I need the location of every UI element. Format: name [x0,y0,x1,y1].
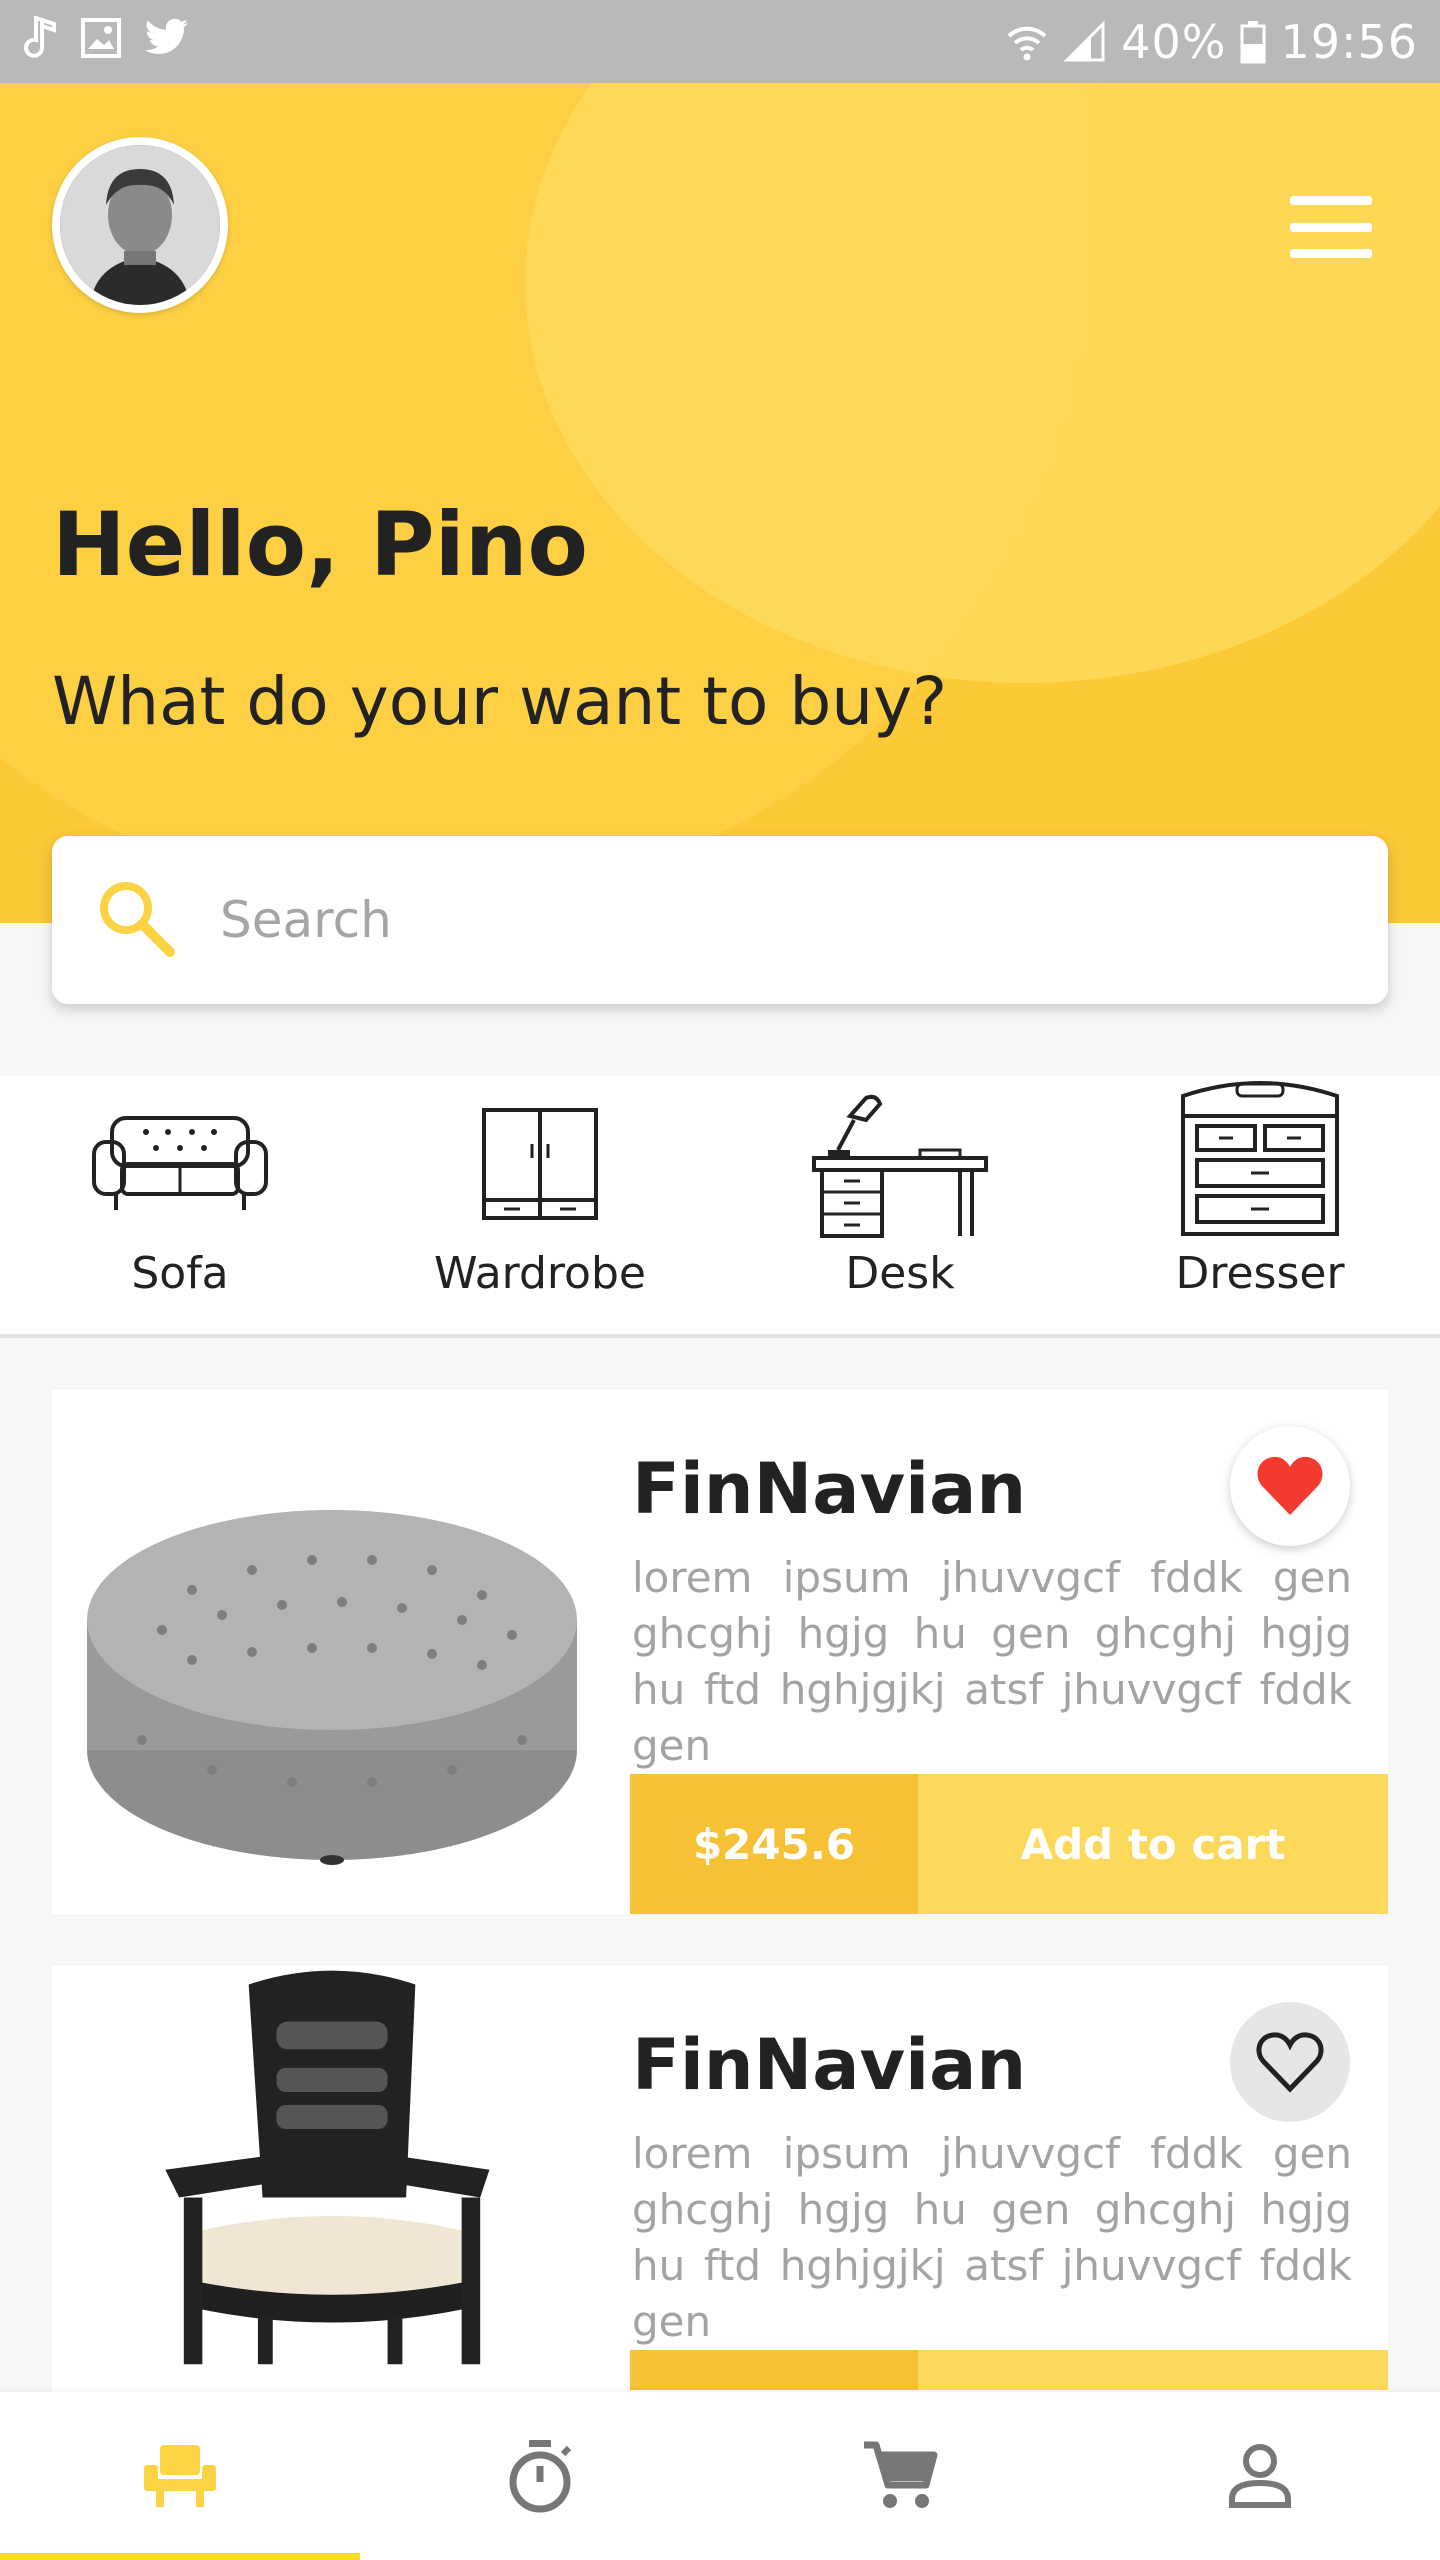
favorite-button[interactable] [1230,1426,1350,1546]
category-bar: Sofa Wardrobe Desk Dresser [0,1076,1440,1338]
product-card[interactable]: FinNavian lorem ipsum jhuvvgcf fddk gen … [52,1390,1388,1914]
search-icon [100,882,175,957]
cart-icon [864,2441,938,2508]
nav-profile[interactable] [1080,2392,1440,2560]
nav-active-indicator [0,2553,360,2560]
twitter-icon [144,18,188,54]
product-image-ottoman [87,1510,577,1865]
wardrobe-icon [482,1108,598,1220]
image-icon [81,18,121,58]
add-to-cart-button[interactable] [918,2350,1388,2390]
battery-icon [1240,21,1266,64]
menu-icon-line [1290,222,1372,232]
category-label: Sofa [131,1248,229,1299]
sofa-icon [92,1116,268,1210]
nav-history[interactable] [360,2392,720,2560]
nav-cart[interactable] [720,2392,1080,2560]
category-desk[interactable]: Desk [720,1076,1080,1334]
category-label: Wardrobe [434,1248,646,1299]
chair-icon [144,2445,216,2507]
category-label: Dresser [1175,1248,1345,1299]
add-to-cart-button[interactable]: Add to cart [918,1774,1388,1914]
header: Hello, Pino What do your want to buy? [0,83,1440,923]
battery-percentage: 40% [1121,15,1227,69]
category-label: Desk [845,1248,955,1299]
category-sofa[interactable]: Sofa [0,1076,360,1334]
price-label: $245.6 [630,1774,918,1914]
category-dresser[interactable]: Dresser [1080,1076,1440,1334]
product-title: FinNavian [632,2024,1027,2106]
timer-icon [509,2440,572,2513]
status-bar: 40% 19:56 [0,0,1440,83]
category-wardrobe[interactable]: Wardrobe [360,1076,720,1334]
search-bar[interactable] [52,836,1388,1004]
menu-button[interactable] [1290,196,1372,258]
product-description: lorem ipsum jhuvvgcf fddk gen ghcghj hgj… [632,1553,1352,1770]
wifi-icon [1007,26,1047,61]
menu-icon [1290,196,1372,205]
search-input[interactable] [220,880,1320,960]
product-description: lorem ipsum jhuvvgcf fddk gen ghcghj hgj… [632,2129,1352,2346]
heart-outline-icon [1256,2032,1324,2093]
product-title: FinNavian [632,1448,1027,1530]
greeting-title: Hello, Pino [52,493,588,596]
clock: 19:56 [1280,15,1418,69]
greeting-subtitle: What do your want to buy? [52,663,948,740]
dresser-icon [1181,1081,1339,1236]
bottom-navigation [0,2392,1440,2560]
avatar[interactable] [52,137,228,313]
desk-icon [812,1094,988,1238]
avatar-image [60,145,220,305]
profile-icon [1229,2444,1291,2508]
signal-icon [1063,20,1105,62]
nav-home[interactable] [0,2392,360,2560]
heart-filled-icon [1257,1456,1323,1515]
favorite-button[interactable] [1230,2002,1350,2122]
price-label [630,2350,918,2390]
menu-icon-line [1290,249,1372,258]
music-note-icon [24,16,56,58]
product-image-chair [165,1970,490,2365]
